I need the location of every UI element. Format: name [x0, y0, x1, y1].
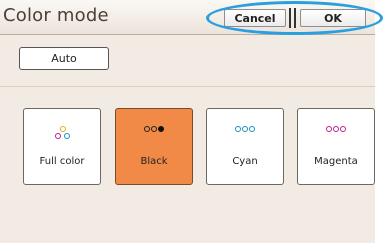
- magenta-icon: [298, 126, 374, 140]
- magenta-dot-icon: [55, 133, 61, 139]
- ok-button[interactable]: OK: [300, 9, 366, 27]
- divider: [0, 86, 375, 87]
- mode-label: Full color: [39, 156, 85, 167]
- color-mode-screen: Color mode Cancel OK Auto Full color Bla…: [0, 0, 375, 243]
- cyan-dot-icon: [64, 133, 70, 139]
- mode-label: Magenta: [314, 156, 358, 167]
- auto-button[interactable]: Auto: [19, 47, 109, 70]
- outline-dot-icon: [151, 126, 157, 132]
- cyan-icon: [207, 126, 283, 140]
- button-separator: [289, 8, 296, 28]
- cyan-dot-icon: [235, 126, 241, 132]
- black-icon: [116, 126, 192, 140]
- outline-dot-icon: [144, 126, 150, 132]
- full-color-button[interactable]: Full color: [23, 108, 101, 185]
- cancel-button[interactable]: Cancel: [224, 9, 286, 27]
- page-title: Color mode: [3, 5, 109, 26]
- magenta-button[interactable]: Magenta: [297, 108, 375, 185]
- cyan-button[interactable]: Cyan: [206, 108, 284, 185]
- black-dot-icon: [158, 126, 164, 132]
- magenta-dot-icon: [333, 126, 339, 132]
- black-button[interactable]: Black: [115, 108, 193, 185]
- cyan-dot-icon: [242, 126, 248, 132]
- header-bar: Color mode Cancel OK: [0, 0, 375, 35]
- magenta-dot-icon: [340, 126, 346, 132]
- yellow-dot-icon: [60, 126, 66, 132]
- full-color-icon: [55, 126, 71, 141]
- mode-label: Cyan: [232, 156, 258, 167]
- cyan-dot-icon: [249, 126, 255, 132]
- magenta-dot-icon: [326, 126, 332, 132]
- mode-label: Black: [140, 156, 168, 167]
